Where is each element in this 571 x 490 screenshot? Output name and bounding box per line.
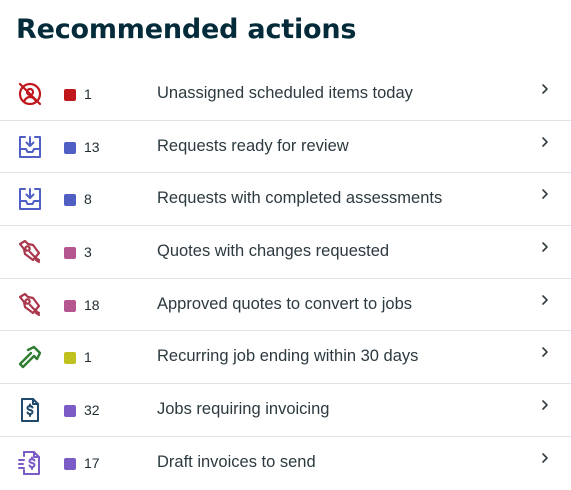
unassigned-icon (16, 80, 44, 108)
action-row-jobs-invoicing[interactable]: 32 Jobs requiring invoicing (0, 384, 571, 437)
chevron-right-icon (538, 343, 552, 361)
actions-list: 1 Unassigned scheduled items today 13 Re… (0, 68, 571, 490)
item-label: Requests with completed assessments (157, 189, 443, 208)
item-label: Quotes with changes requested (157, 242, 390, 261)
item-count: 32 (84, 402, 100, 419)
item-count: 13 (84, 138, 100, 155)
action-row-approved-quotes[interactable]: 18 Approved quotes to convert to jobs (0, 279, 571, 332)
item-label: Jobs requiring invoicing (157, 400, 330, 419)
hammer-icon (16, 343, 44, 371)
action-row-requests-assessments[interactable]: 8 Requests with completed assessments (0, 173, 571, 227)
item-label: Unassigned scheduled items today (157, 84, 413, 102)
inbox-download-icon (16, 185, 44, 213)
item-count: 1 (84, 349, 92, 366)
status-dot (64, 194, 76, 207)
chevron-right-icon (538, 80, 552, 98)
item-count: 18 (84, 296, 100, 313)
action-row-quotes-changes[interactable]: 3 Quotes with changes requested (0, 226, 571, 279)
item-count: 17 (84, 454, 100, 471)
inbox-download-icon (16, 133, 44, 161)
chevron-right-icon (538, 238, 552, 256)
item-label: Recurring job ending within 30 days (157, 347, 419, 366)
item-count: 3 (84, 244, 92, 261)
status-dot (64, 247, 76, 260)
item-count: 1 (84, 86, 92, 102)
action-row-unassigned[interactable]: 1 Unassigned scheduled items today (0, 68, 571, 121)
status-dot (64, 141, 76, 154)
status-dot (64, 457, 76, 470)
status-dot (64, 89, 76, 101)
item-label: Requests ready for review (157, 136, 349, 155)
action-row-recurring-job[interactable]: 1 Recurring job ending within 30 days (0, 331, 571, 385)
chevron-right-icon (538, 291, 552, 309)
recommended-actions-panel: Recommended actions 1 Unassigned schedul… (0, 0, 571, 486)
quote-icon (16, 238, 44, 266)
status-dot (64, 352, 76, 365)
draft-invoice-icon (16, 449, 44, 477)
chevron-right-icon (538, 185, 552, 203)
status-dot (64, 299, 76, 312)
chevron-right-icon (538, 449, 552, 467)
chevron-right-icon (538, 133, 552, 151)
chevron-right-icon (538, 396, 552, 414)
item-label: Approved quotes to convert to jobs (157, 294, 412, 313)
page-title: Recommended actions (16, 14, 357, 45)
status-dot (64, 405, 76, 418)
action-row-draft-invoices[interactable]: 17 Draft invoices to send (0, 437, 571, 490)
action-row-requests-review[interactable]: 13 Requests ready for review (0, 121, 571, 174)
quote-icon (16, 291, 44, 319)
item-count: 8 (84, 191, 92, 208)
invoice-icon (16, 396, 44, 424)
item-label: Draft invoices to send (157, 452, 316, 471)
